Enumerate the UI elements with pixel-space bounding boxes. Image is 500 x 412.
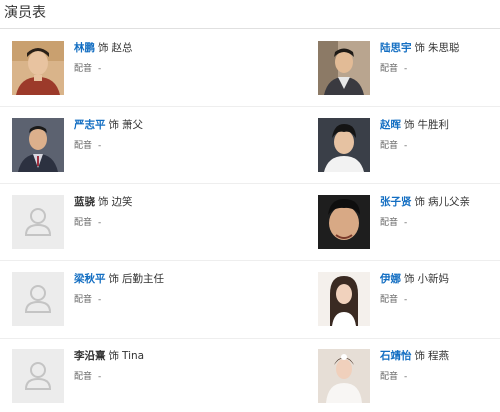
- row-divider: [0, 183, 500, 184]
- role-name: 萧父: [122, 119, 143, 131]
- actor-name-link[interactable]: 赵晖: [380, 119, 401, 131]
- actor-name-link[interactable]: 陆思宇: [380, 42, 412, 54]
- actor-photo-placeholder-icon[interactable]: [12, 272, 64, 326]
- actor-photo[interactable]: [318, 349, 370, 403]
- role-name: 程燕: [428, 350, 449, 362]
- cast-role-line: 严志平饰萧父: [74, 118, 143, 132]
- cast-card: 林鹏饰赵总 配音 -: [12, 41, 252, 101]
- voice-label: 配音: [74, 295, 93, 305]
- voice-actor-line: 配音 -: [74, 294, 164, 306]
- shi-label: 饰: [108, 119, 120, 131]
- actor-name-link[interactable]: 林鹏: [74, 42, 95, 54]
- actor-photo-placeholder-icon[interactable]: [12, 195, 64, 249]
- cast-role-line: 梁秋平饰后勤主任: [74, 272, 164, 286]
- voice-label: 配音: [74, 218, 93, 228]
- cast-card: 严志平饰萧父 配音 -: [12, 118, 252, 178]
- voice-label: 配音: [380, 372, 399, 382]
- actor-photo[interactable]: [12, 41, 64, 95]
- voice-value: -: [98, 295, 102, 305]
- title-divider: [0, 28, 500, 29]
- role-name: 赵总: [111, 42, 133, 54]
- role-name: 后勤主任: [122, 273, 164, 285]
- actor-name: 蓝骁: [74, 196, 95, 208]
- voice-label: 配音: [380, 64, 399, 74]
- voice-actor-line: 配音 -: [74, 217, 133, 229]
- cast-role-line: 张子贤饰病儿父亲: [380, 195, 470, 209]
- cast-card: 赵晖饰牛胜利 配音 -: [318, 118, 500, 178]
- cast-role-line: 赵晖饰牛胜利: [380, 118, 449, 132]
- voice-label: 配音: [380, 218, 399, 228]
- shi-label: 饰: [414, 196, 426, 208]
- voice-label: 配音: [380, 295, 399, 305]
- cast-role-line: 石靖怡饰程燕: [380, 349, 449, 363]
- role-name: 小新妈: [417, 273, 450, 285]
- role-name: Tina: [122, 350, 145, 362]
- voice-actor-line: 配音 -: [74, 371, 144, 383]
- voice-value: -: [98, 141, 102, 151]
- voice-value: -: [98, 372, 102, 382]
- cast-role-line: 蓝骁饰边笑: [74, 195, 133, 209]
- row-divider: [0, 260, 500, 261]
- voice-label: 配音: [74, 372, 93, 382]
- role-name: 牛胜利: [417, 119, 450, 131]
- voice-label: 配音: [74, 64, 93, 74]
- cast-card: 张子贤饰病儿父亲 配音 -: [318, 195, 500, 255]
- role-name: 边笑: [111, 196, 133, 208]
- cast-role-line: 林鹏饰赵总: [74, 41, 133, 55]
- row-divider: [0, 106, 500, 107]
- shi-label: 饰: [404, 119, 415, 131]
- voice-value: -: [404, 295, 408, 305]
- actor-photo[interactable]: [318, 195, 370, 249]
- shi-label: 饰: [414, 42, 426, 54]
- cast-role-line: 伊娜饰小新妈: [380, 272, 449, 286]
- voice-actor-line: 配音 -: [380, 294, 449, 306]
- actor-name-link[interactable]: 石靖怡: [380, 350, 412, 362]
- actor-photo[interactable]: [318, 41, 370, 95]
- voice-actor-line: 配音 -: [380, 371, 449, 383]
- cast-card: 陆思宇饰朱思聪 配音 -: [318, 41, 500, 101]
- voice-value: -: [98, 64, 102, 74]
- cast-card: 蓝骁饰边笑 配音 -: [12, 195, 252, 255]
- voice-value: -: [404, 141, 408, 151]
- voice-label: 配音: [74, 141, 93, 151]
- cast-card: 石靖怡饰程燕 配音 -: [318, 349, 500, 409]
- actor-photo[interactable]: [318, 118, 370, 172]
- voice-label: 配音: [380, 141, 399, 151]
- role-name: 朱思聪: [428, 42, 460, 54]
- voice-actor-line: 配音 -: [74, 140, 143, 152]
- cast-role-line: 李沿熹饰 Tina: [74, 349, 144, 363]
- voice-value: -: [404, 64, 408, 74]
- voice-value: -: [404, 218, 408, 228]
- page-title: 演员表: [4, 5, 46, 21]
- actor-name-link[interactable]: 伊娜: [380, 273, 401, 285]
- voice-value: -: [98, 218, 102, 228]
- actor-photo-placeholder-icon[interactable]: [12, 349, 64, 403]
- voice-value: -: [404, 372, 408, 382]
- actor-name: 李沿熹: [74, 350, 106, 362]
- voice-actor-line: 配音 -: [380, 217, 470, 229]
- cast-card: 李沿熹饰 Tina 配音 -: [12, 349, 252, 409]
- shi-label: 饰: [108, 273, 120, 285]
- cast-card: 梁秋平饰后勤主任 配音 -: [12, 272, 252, 332]
- cast-role-line: 陆思宇饰朱思聪: [380, 41, 460, 55]
- voice-actor-line: 配音 -: [380, 63, 460, 75]
- actor-photo[interactable]: [318, 272, 370, 326]
- shi-label: 饰: [414, 350, 426, 362]
- shi-label: 饰: [98, 196, 109, 208]
- shi-label: 饰: [98, 42, 109, 54]
- actor-name-link[interactable]: 梁秋平: [74, 273, 106, 285]
- actor-photo[interactable]: [12, 118, 64, 172]
- role-name: 病儿父亲: [428, 196, 470, 208]
- voice-actor-line: 配音 -: [74, 63, 133, 75]
- voice-actor-line: 配音 -: [380, 140, 449, 152]
- cast-card: 伊娜饰小新妈 配音 -: [318, 272, 500, 332]
- actor-name-link[interactable]: 严志平: [74, 119, 106, 131]
- shi-label: 饰: [108, 350, 120, 362]
- shi-label: 饰: [404, 273, 415, 285]
- actor-name-link[interactable]: 张子贤: [380, 196, 412, 208]
- row-divider: [0, 338, 500, 339]
